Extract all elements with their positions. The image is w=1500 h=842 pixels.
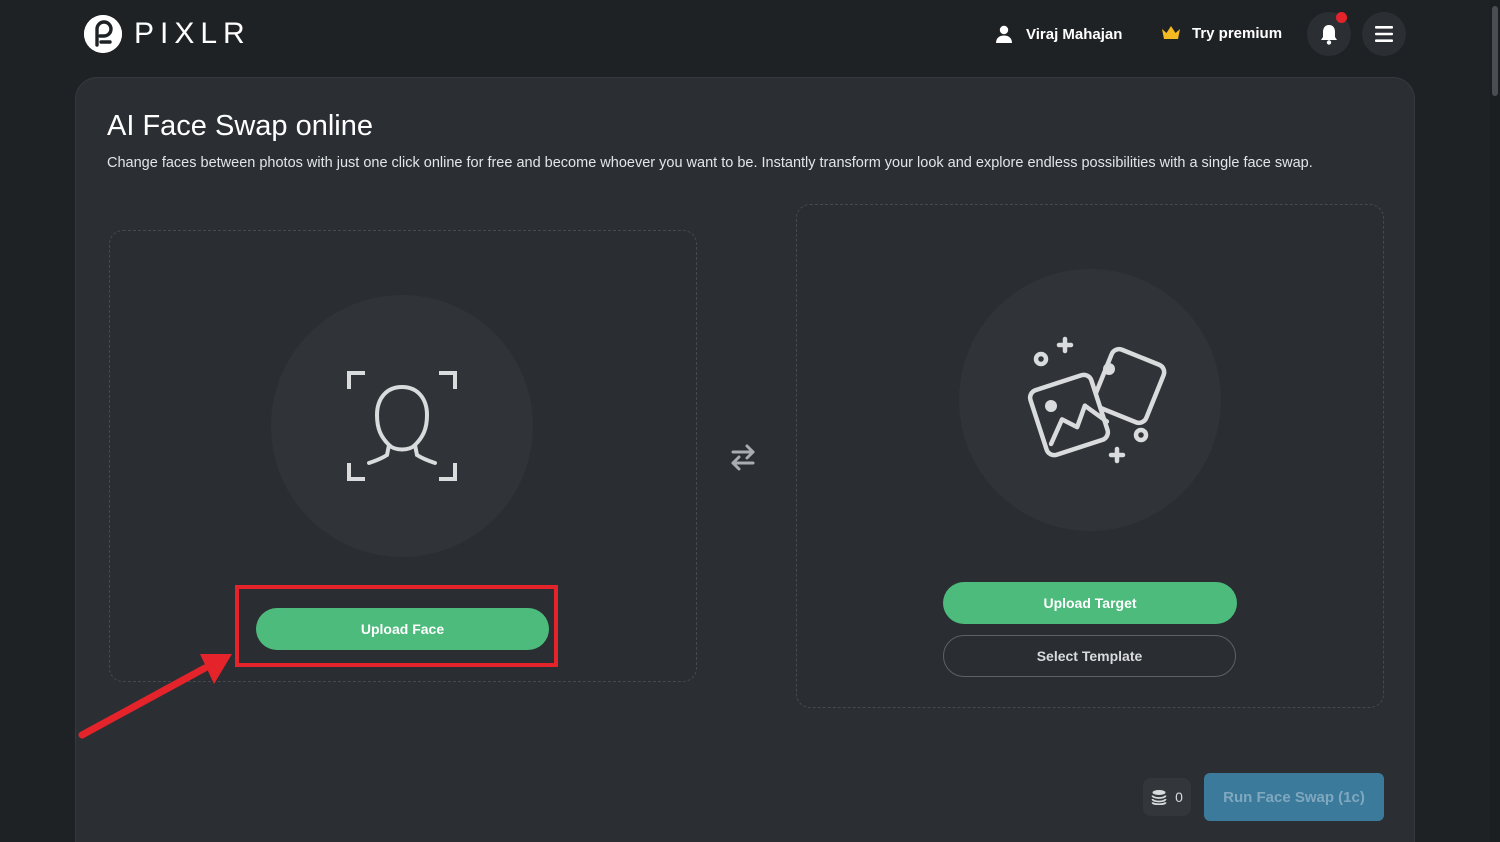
- pixlr-logo-icon: [84, 15, 122, 53]
- swap-arrows-icon: [726, 440, 760, 479]
- notification-badge: [1336, 12, 1347, 23]
- user-name: Viraj Mahajan: [1026, 25, 1123, 43]
- crown-icon: [1162, 26, 1180, 39]
- logo-text: PIXLR: [134, 17, 251, 50]
- face-swap-card: AI Face Swap online Change faces between…: [75, 77, 1415, 842]
- face-scan-icon: [347, 371, 457, 481]
- premium-label: Try premium: [1192, 24, 1283, 42]
- run-face-swap-button[interactable]: Run Face Swap (1c): [1204, 773, 1384, 821]
- bell-icon: [1321, 25, 1337, 45]
- credits-indicator: 0: [1143, 778, 1191, 816]
- images-icon: [1027, 336, 1167, 464]
- target-placeholder: [959, 269, 1221, 531]
- face-placeholder: [271, 295, 533, 557]
- menu-button[interactable]: [1362, 12, 1406, 56]
- notifications-button[interactable]: [1307, 12, 1351, 56]
- upload-target-button[interactable]: Upload Target: [943, 582, 1237, 624]
- page-description: Change faces between photos with just on…: [107, 155, 1313, 171]
- user-account-button[interactable]: Viraj Mahajan: [994, 24, 1122, 44]
- credits-count: 0: [1175, 789, 1183, 805]
- target-upload-panel[interactable]: Upload Target Select Template: [796, 204, 1384, 708]
- coins-icon: [1151, 790, 1167, 805]
- top-bar: PIXLR Viraj Mahajan Try premium: [0, 0, 1500, 70]
- select-template-button[interactable]: Select Template: [943, 635, 1236, 677]
- page-scrollbar[interactable]: [1490, 0, 1500, 842]
- page-title: AI Face Swap online: [107, 110, 373, 142]
- pixlr-logo[interactable]: PIXLR: [84, 15, 251, 53]
- user-icon: [996, 25, 1012, 43]
- try-premium-button[interactable]: Try premium: [1160, 24, 1282, 42]
- scrollbar-thumb[interactable]: [1492, 6, 1498, 96]
- annotation-highlight-box: [235, 585, 558, 667]
- hamburger-icon: [1375, 26, 1393, 42]
